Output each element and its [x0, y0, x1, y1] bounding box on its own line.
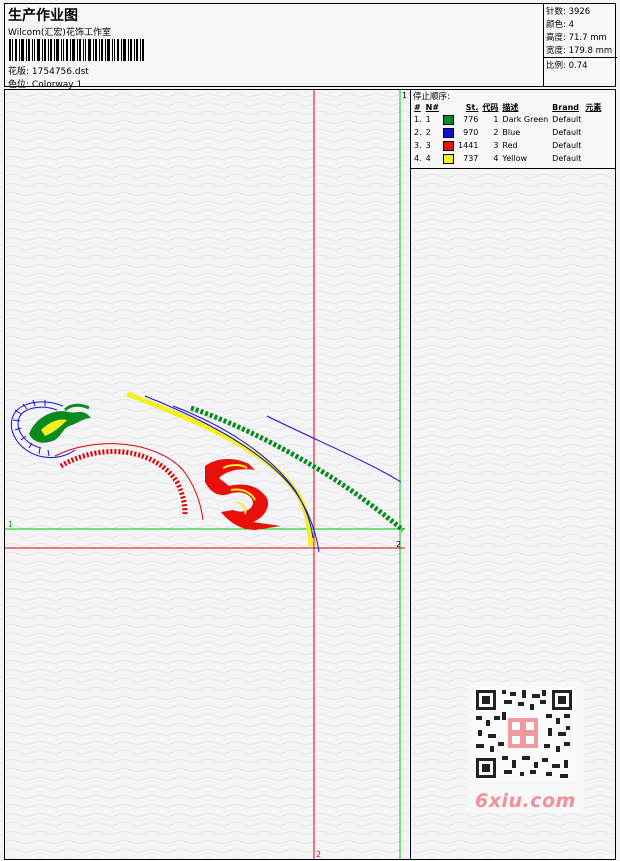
color-swatch	[443, 114, 455, 125]
row-index: 3.	[414, 141, 422, 150]
col-n: N#	[425, 102, 440, 112]
design-file: 花版: 1754756.dst	[8, 64, 89, 77]
row-element	[583, 113, 603, 126]
col-swatch	[441, 101, 456, 113]
stat-colors-label: 颜色:	[546, 20, 566, 30]
row-swatch	[441, 139, 456, 152]
color-sequence-panel: 停止顺序: # N# St. 代码 描述 Brand 元素 1. 1 776 1…	[410, 90, 615, 169]
row-description: Red	[502, 141, 518, 150]
row-description: Blue	[502, 128, 521, 137]
stat-height-label: 高度:	[546, 33, 566, 43]
legend-header-row: # N# St. 代码 描述 Brand 元素	[412, 101, 603, 113]
table-row: 3. 3 1441 3 Red Default	[412, 139, 603, 152]
col-code: 代码	[482, 102, 499, 112]
sheet-title: 生产作业图	[8, 8, 78, 24]
table-row: 1. 1 776 1 Dark Green Default	[412, 113, 603, 126]
stats-divider	[544, 57, 617, 58]
row-n: 1	[425, 115, 431, 124]
table-row: 2. 2 970 2 Blue Default	[412, 126, 603, 139]
row-swatch	[441, 152, 456, 165]
col-index: #	[414, 102, 421, 112]
row-element	[583, 152, 603, 165]
row-element	[583, 139, 603, 152]
color-swatch	[443, 140, 455, 151]
row-index: 2.	[414, 128, 422, 137]
row-brand: Default	[552, 115, 582, 124]
row-stitches: 970	[463, 128, 479, 137]
col-element: 元素	[585, 102, 602, 112]
stat-stitches-value: 3926	[568, 7, 591, 17]
marker-bottom: 2	[316, 850, 321, 859]
stat-width: 宽度: 179.8 mm	[546, 44, 612, 56]
row-index: 1.	[414, 115, 422, 124]
stat-stitches-label: 针数:	[546, 7, 566, 17]
col-brand: Brand	[552, 102, 580, 112]
row-swatch	[441, 113, 456, 126]
color-sequence-table: # N# St. 代码 描述 Brand 元素 1. 1 776 1 Dark …	[412, 101, 603, 165]
stat-colors: 颜色: 4	[546, 18, 574, 30]
barcode-image	[9, 39, 144, 61]
stat-width-value: 179.8 mm	[568, 46, 613, 56]
row-brand: Default	[552, 141, 582, 150]
table-row: 4. 4 737 4 Yellow Default	[412, 152, 603, 165]
row-index: 4.	[414, 154, 422, 163]
production-sheet: 生产作业图 Wilcom(汇宏)花饰工作室 花版: 1754756.dst 色位…	[0, 0, 620, 861]
row-brand: Default	[552, 154, 582, 163]
color-swatch	[443, 153, 455, 164]
row-n: 3	[425, 141, 431, 150]
color-swatch	[443, 127, 455, 138]
col-stitches: St.	[465, 102, 479, 112]
row-description: Yellow	[502, 154, 528, 163]
row-code: 4	[493, 154, 499, 163]
stat-width-label: 宽度:	[546, 46, 566, 56]
row-stitches: 737	[463, 154, 479, 163]
stats-panel: 针数: 3926 颜色: 4 高度: 71.7 mm 宽度: 179.8 mm …	[543, 3, 617, 87]
row-element	[583, 126, 603, 139]
row-stitches: 1441	[458, 141, 479, 150]
stat-stitches: 针数: 3926	[546, 5, 590, 17]
studio-name: Wilcom(汇宏)花饰工作室	[8, 28, 111, 38]
row-description: Dark Green	[502, 115, 549, 124]
row-brand: Default	[552, 128, 582, 137]
sheet-header: 生产作业图 Wilcom(汇宏)花饰工作室 花版: 1754756.dst 色位…	[4, 3, 617, 90]
row-code: 1	[493, 115, 499, 124]
qr-code-image	[472, 686, 576, 782]
marker-top: 1	[402, 91, 407, 100]
stat-scale-label: 比例:	[546, 61, 566, 71]
stat-height-value: 71.7 mm	[568, 33, 607, 43]
watermark-brand: 6xiu.com	[475, 790, 576, 812]
col-description: 描述	[502, 102, 519, 112]
design-value: 1754756.dst	[31, 67, 89, 77]
row-stitches: 776	[463, 115, 479, 124]
stat-scale-value: 0.74	[568, 61, 588, 71]
row-code: 3	[493, 141, 499, 150]
row-code: 2	[493, 128, 499, 137]
row-n: 2	[425, 128, 431, 137]
stat-colors-value: 4	[568, 20, 574, 30]
marker-left: 1	[8, 520, 13, 529]
stat-height: 高度: 71.7 mm	[546, 31, 607, 43]
row-n: 4	[425, 154, 431, 163]
stat-scale: 比例: 0.74	[546, 59, 588, 71]
row-swatch	[441, 126, 456, 139]
marker-right: 2	[396, 540, 401, 549]
design-label: 花版:	[8, 67, 30, 77]
